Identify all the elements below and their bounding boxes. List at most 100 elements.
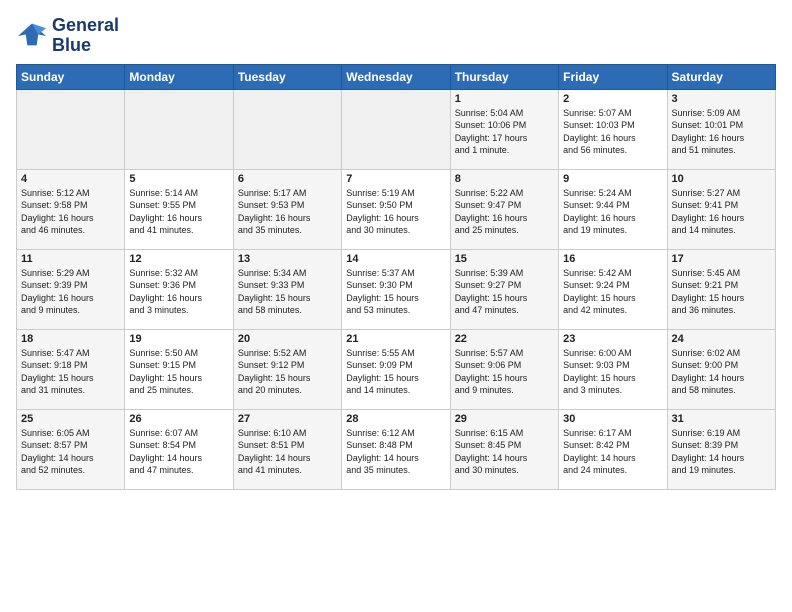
day-info: Sunrise: 6:12 AM Sunset: 8:48 PM Dayligh… bbox=[346, 427, 445, 477]
calendar-cell: 11 Sunrise: 5:29 AM Sunset: 9:39 PM Dayli… bbox=[17, 249, 125, 329]
calendar-cell: 29 Sunrise: 6:15 AM Sunset: 8:45 PM Dayli… bbox=[450, 409, 558, 489]
day-info: Sunrise: 5:39 AM Sunset: 9:27 PM Dayligh… bbox=[455, 267, 554, 317]
calendar-cell: 19 Sunrise: 5:50 AM Sunset: 9:15 PM Dayli… bbox=[125, 329, 233, 409]
day-number: 2 bbox=[563, 93, 662, 105]
calendar-cell: 23Sunrise: 6:00 AM Sunset: 9:03 PM Dayli… bbox=[559, 329, 667, 409]
day-number: 25 bbox=[21, 413, 120, 425]
weekday-header: Monday bbox=[125, 64, 233, 89]
day-number: 29 bbox=[455, 413, 554, 425]
calendar-week-row: 4Sunrise: 5:12 AM Sunset: 9:58 PM Daylig… bbox=[17, 169, 776, 249]
calendar-cell: 20 Sunrise: 5:52 AM Sunset: 9:12 PM Dayli… bbox=[233, 329, 341, 409]
calendar-cell: 16 Sunrise: 5:42 AM Sunset: 9:24 PM Dayli… bbox=[559, 249, 667, 329]
calendar-cell: 22 Sunrise: 5:57 AM Sunset: 9:06 PM Dayli… bbox=[450, 329, 558, 409]
day-info: Sunrise: 5:32 AM Sunset: 9:36 PM Dayligh… bbox=[129, 267, 228, 317]
weekday-header: Wednesday bbox=[342, 64, 450, 89]
day-number: 9 bbox=[563, 173, 662, 185]
day-info: Sunrise: 5:22 AM Sunset: 9:47 PM Dayligh… bbox=[455, 187, 554, 237]
calendar-cell bbox=[233, 89, 341, 169]
day-info: Sunrise: 5:17 AM Sunset: 9:53 PM Dayligh… bbox=[238, 187, 337, 237]
day-number: 5 bbox=[129, 173, 228, 185]
calendar-cell bbox=[342, 89, 450, 169]
day-number: 3 bbox=[672, 93, 771, 105]
calendar-cell: 8 Sunrise: 5:22 AM Sunset: 9:47 PM Daylig… bbox=[450, 169, 558, 249]
weekday-header: Thursday bbox=[450, 64, 558, 89]
day-info: Sunrise: 6:10 AM Sunset: 8:51 PM Dayligh… bbox=[238, 427, 337, 477]
calendar-cell: 18 Sunrise: 5:47 AM Sunset: 9:18 PM Dayli… bbox=[17, 329, 125, 409]
day-number: 27 bbox=[238, 413, 337, 425]
day-number: 28 bbox=[346, 413, 445, 425]
calendar-cell bbox=[17, 89, 125, 169]
day-number: 30 bbox=[563, 413, 662, 425]
day-info: Sunrise: 5:29 AM Sunset: 9:39 PM Dayligh… bbox=[21, 267, 120, 317]
calendar-week-row: 25 Sunrise: 6:05 AM Sunset: 8:57 PM Dayli… bbox=[17, 409, 776, 489]
calendar-cell: 10 Sunrise: 5:27 AM Sunset: 9:41 PM Dayli… bbox=[667, 169, 775, 249]
day-number: 22 bbox=[455, 333, 554, 345]
calendar-cell: 26 Sunrise: 6:07 AM Sunset: 8:54 PM Dayli… bbox=[125, 409, 233, 489]
day-number: 1 bbox=[455, 93, 554, 105]
weekday-header: Sunday bbox=[17, 64, 125, 89]
day-number: 21 bbox=[346, 333, 445, 345]
calendar-cell: 21 Sunrise: 5:55 AM Sunset: 9:09 PM Dayli… bbox=[342, 329, 450, 409]
calendar-cell bbox=[125, 89, 233, 169]
day-info: Sunrise: 5:07 AM Sunset: 10:03 PM Daylig… bbox=[563, 107, 662, 157]
day-info: Sunrise: 6:19 AM Sunset: 8:39 PM Dayligh… bbox=[672, 427, 771, 477]
weekday-header: Tuesday bbox=[233, 64, 341, 89]
day-info: Sunrise: 5:24 AM Sunset: 9:44 PM Dayligh… bbox=[563, 187, 662, 237]
day-number: 8 bbox=[455, 173, 554, 185]
day-info: Sunrise: 5:34 AM Sunset: 9:33 PM Dayligh… bbox=[238, 267, 337, 317]
calendar-cell: 14 Sunrise: 5:37 AM Sunset: 9:30 PM Dayli… bbox=[342, 249, 450, 329]
day-info: Sunrise: 5:14 AM Sunset: 9:55 PM Dayligh… bbox=[129, 187, 228, 237]
day-info: Sunrise: 5:42 AM Sunset: 9:24 PM Dayligh… bbox=[563, 267, 662, 317]
day-number: 19 bbox=[129, 333, 228, 345]
calendar-cell: 3Sunrise: 5:09 AM Sunset: 10:01 PM Dayli… bbox=[667, 89, 775, 169]
day-info: Sunrise: 5:37 AM Sunset: 9:30 PM Dayligh… bbox=[346, 267, 445, 317]
calendar-week-row: 1 Sunrise: 5:04 AM Sunset: 10:06 PM Dayli… bbox=[17, 89, 776, 169]
day-number: 12 bbox=[129, 253, 228, 265]
calendar-cell: 1 Sunrise: 5:04 AM Sunset: 10:06 PM Dayli… bbox=[450, 89, 558, 169]
calendar-cell: 6Sunrise: 5:17 AM Sunset: 9:53 PM Daylig… bbox=[233, 169, 341, 249]
calendar-cell: 30 Sunrise: 6:17 AM Sunset: 8:42 PM Dayli… bbox=[559, 409, 667, 489]
day-number: 26 bbox=[129, 413, 228, 425]
day-info: Sunrise: 5:04 AM Sunset: 10:06 PM Daylig… bbox=[455, 107, 554, 157]
calendar-cell: 31Sunrise: 6:19 AM Sunset: 8:39 PM Dayli… bbox=[667, 409, 775, 489]
day-info: Sunrise: 5:45 AM Sunset: 9:21 PM Dayligh… bbox=[672, 267, 771, 317]
day-number: 16 bbox=[563, 253, 662, 265]
day-number: 23 bbox=[563, 333, 662, 345]
calendar-cell: 4Sunrise: 5:12 AM Sunset: 9:58 PM Daylig… bbox=[17, 169, 125, 249]
weekday-header: Saturday bbox=[667, 64, 775, 89]
day-info: Sunrise: 6:07 AM Sunset: 8:54 PM Dayligh… bbox=[129, 427, 228, 477]
day-info: Sunrise: 5:19 AM Sunset: 9:50 PM Dayligh… bbox=[346, 187, 445, 237]
day-number: 20 bbox=[238, 333, 337, 345]
day-number: 18 bbox=[21, 333, 120, 345]
calendar-cell: 28 Sunrise: 6:12 AM Sunset: 8:48 PM Dayli… bbox=[342, 409, 450, 489]
day-number: 7 bbox=[346, 173, 445, 185]
logo: General Blue bbox=[16, 16, 119, 56]
calendar-table: SundayMondayTuesdayWednesdayThursdayFrid… bbox=[16, 64, 776, 490]
calendar-cell: 5 Sunrise: 5:14 AM Sunset: 9:55 PM Daylig… bbox=[125, 169, 233, 249]
day-info: Sunrise: 5:57 AM Sunset: 9:06 PM Dayligh… bbox=[455, 347, 554, 397]
calendar-cell: 2 Sunrise: 5:07 AM Sunset: 10:03 PM Dayli… bbox=[559, 89, 667, 169]
day-info: Sunrise: 5:50 AM Sunset: 9:15 PM Dayligh… bbox=[129, 347, 228, 397]
day-number: 10 bbox=[672, 173, 771, 185]
day-info: Sunrise: 5:27 AM Sunset: 9:41 PM Dayligh… bbox=[672, 187, 771, 237]
calendar-cell: 27 Sunrise: 6:10 AM Sunset: 8:51 PM Dayli… bbox=[233, 409, 341, 489]
day-info: Sunrise: 5:52 AM Sunset: 9:12 PM Dayligh… bbox=[238, 347, 337, 397]
day-info: Sunrise: 5:47 AM Sunset: 9:18 PM Dayligh… bbox=[21, 347, 120, 397]
day-info: Sunrise: 6:02 AM Sunset: 9:00 PM Dayligh… bbox=[672, 347, 771, 397]
day-number: 17 bbox=[672, 253, 771, 265]
calendar-cell: 17 Sunrise: 5:45 AM Sunset: 9:21 PM Dayli… bbox=[667, 249, 775, 329]
calendar-cell: 25 Sunrise: 6:05 AM Sunset: 8:57 PM Dayli… bbox=[17, 409, 125, 489]
calendar-cell: 13Sunrise: 5:34 AM Sunset: 9:33 PM Dayli… bbox=[233, 249, 341, 329]
weekday-header-row: SundayMondayTuesdayWednesdayThursdayFrid… bbox=[17, 64, 776, 89]
day-number: 11 bbox=[21, 253, 120, 265]
day-info: Sunrise: 5:55 AM Sunset: 9:09 PM Dayligh… bbox=[346, 347, 445, 397]
day-info: Sunrise: 6:15 AM Sunset: 8:45 PM Dayligh… bbox=[455, 427, 554, 477]
calendar-cell: 9 Sunrise: 5:24 AM Sunset: 9:44 PM Daylig… bbox=[559, 169, 667, 249]
calendar-cell: 12 Sunrise: 5:32 AM Sunset: 9:36 PM Dayli… bbox=[125, 249, 233, 329]
day-info: Sunrise: 6:17 AM Sunset: 8:42 PM Dayligh… bbox=[563, 427, 662, 477]
day-number: 14 bbox=[346, 253, 445, 265]
calendar-week-row: 18 Sunrise: 5:47 AM Sunset: 9:18 PM Dayli… bbox=[17, 329, 776, 409]
day-number: 24 bbox=[672, 333, 771, 345]
calendar-cell: 15Sunrise: 5:39 AM Sunset: 9:27 PM Dayli… bbox=[450, 249, 558, 329]
day-info: Sunrise: 6:05 AM Sunset: 8:57 PM Dayligh… bbox=[21, 427, 120, 477]
